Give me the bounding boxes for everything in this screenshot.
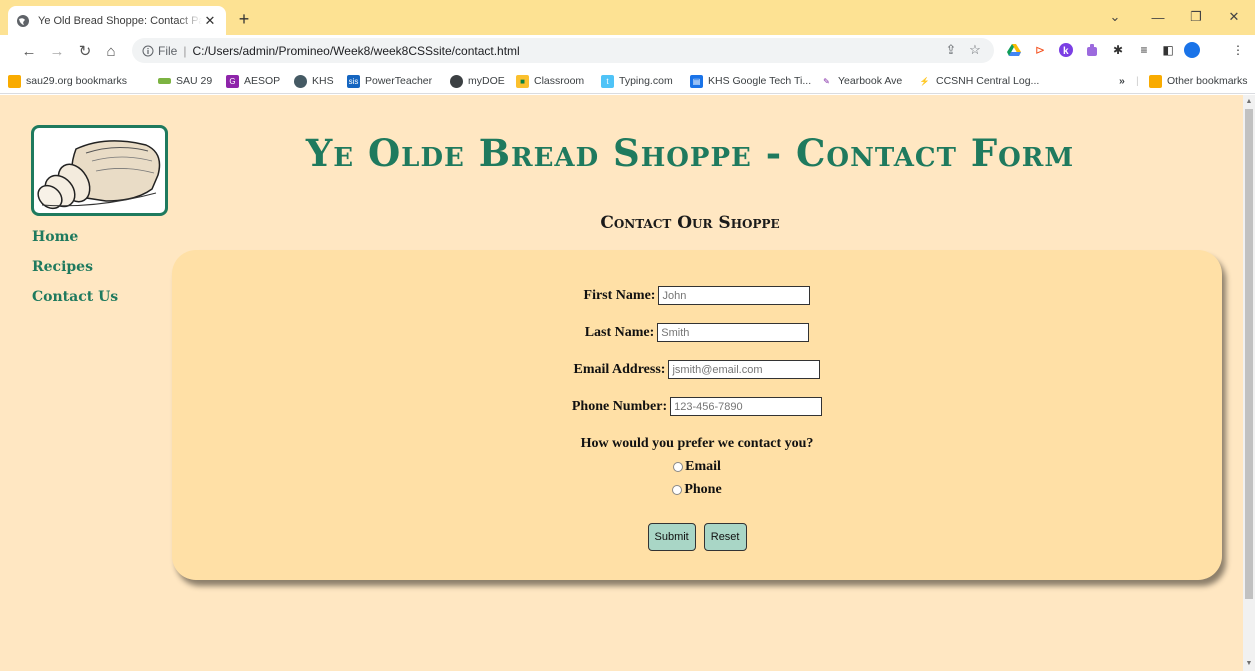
last-name-row: Last Name:	[172, 323, 1222, 342]
form-buttons: Submit Reset	[172, 523, 1222, 551]
bookmark-item[interactable]: ✎ Yearbook Ave	[820, 73, 902, 89]
tab-close-icon[interactable]: ✕	[202, 13, 218, 29]
bookmark-item[interactable]: G AESOP	[226, 73, 280, 89]
page-title: Ye Olde Bread Shoppe - Contact Form	[305, 131, 1075, 175]
side-panel-icon[interactable]: ◧	[1160, 42, 1176, 58]
reset-button[interactable]: Reset	[703, 523, 747, 551]
first-name-input[interactable]	[658, 286, 811, 305]
email-radio[interactable]	[673, 462, 684, 472]
last-name-input[interactable]	[657, 323, 810, 342]
share-icon[interactable]: ⇪	[942, 41, 960, 59]
submit-button[interactable]: Submit	[647, 523, 696, 551]
url-text: C:/Users/admin/Promineo/Week8/week8CSSsi…	[192, 43, 520, 58]
globe-icon	[450, 74, 463, 88]
email-option-label: Email	[685, 459, 721, 474]
sau-icon	[158, 78, 171, 84]
reload-icon[interactable]: ↻	[74, 40, 96, 62]
file-label: File	[158, 43, 178, 58]
svg-text:k: k	[1063, 46, 1069, 57]
tab-strip: Ye Old Bread Shoppe: Contact Pa ✕ + ⌄ — …	[0, 0, 1255, 35]
bread-icon	[36, 139, 160, 209]
scroll-up-icon[interactable]: ▲	[1245, 98, 1253, 106]
browser-tab[interactable]: Ye Old Bread Shoppe: Contact Pa ✕	[8, 6, 226, 35]
aesop-icon: G	[226, 74, 239, 88]
yearbook-icon: ✎	[823, 76, 830, 86]
phone-label: Phone Number:	[571, 398, 668, 414]
screencastify-icon[interactable]: ⊳	[1032, 42, 1048, 58]
google-sites-icon: ▤	[690, 74, 703, 88]
home-icon[interactable]: ⌂	[100, 40, 122, 62]
contact-preference-question: How would you prefer we contact you?	[580, 436, 814, 451]
page-viewport: Home Recipes Contact Us Ye Olde Bread Sh…	[0, 95, 1243, 671]
khs-icon	[294, 74, 307, 88]
bookmarks-overflow-button[interactable]: »	[1119, 73, 1125, 89]
bookmark-star-icon[interactable]: ☆	[966, 41, 984, 59]
phone-row: Phone Number:	[172, 397, 1222, 416]
tab-title: Ye Old Bread Shoppe: Contact Pa	[38, 14, 202, 27]
address-bar[interactable]: File | C:/Users/admin/Promineo/Week8/wee…	[132, 38, 994, 63]
bookmark-item[interactable]: ■ Classroom	[516, 73, 584, 89]
bookmark-item[interactable]: ▤ KHS Google Tech Ti...	[690, 73, 811, 89]
other-bookmarks[interactable]: Other bookmarks	[1149, 73, 1248, 89]
powerteacher-icon: sis	[347, 74, 360, 88]
last-name-label: Last Name:	[584, 324, 655, 340]
new-tab-button[interactable]: +	[234, 9, 254, 29]
bookmarks-bar: sau29.org bookmarks SAU 29 G AESOP KHS si…	[0, 66, 1255, 94]
typing-icon: t	[601, 74, 614, 88]
email-input[interactable]	[668, 360, 821, 379]
bookmark-item[interactable]: myDOE	[450, 73, 505, 89]
folder-icon	[1149, 74, 1162, 88]
bookmark-item[interactable]: sau29.org bookmarks	[8, 73, 127, 89]
minimize-button[interactable]: —	[1143, 7, 1173, 27]
email-row: Email Address:	[172, 360, 1222, 379]
kami-icon[interactable]: k	[1058, 42, 1074, 58]
page-scrollbar[interactable]: ▲ ▼	[1243, 95, 1255, 671]
first-name-label: First Name:	[583, 287, 656, 303]
bookmarks-divider: |	[1136, 75, 1139, 87]
site-nav: Home Recipes Contact Us	[32, 229, 118, 319]
reading-list-icon[interactable]: ≡	[1136, 42, 1152, 58]
classroom-icon: ■	[516, 74, 529, 88]
nav-link-contact[interactable]: Contact Us	[32, 289, 118, 305]
bookmark-item[interactable]: SAU 29	[158, 73, 212, 89]
menu-kebab-icon[interactable]: ⋮	[1230, 42, 1246, 58]
first-name-row: First Name:	[172, 286, 1222, 305]
globe-icon	[16, 14, 30, 28]
nav-link-home[interactable]: Home	[32, 229, 118, 245]
bookmark-item[interactable]: sis PowerTeacher	[347, 73, 432, 89]
ccsnh-icon: ⚡	[919, 76, 930, 86]
back-arrow-icon[interactable]: ←	[18, 40, 40, 62]
email-label: Email Address:	[573, 361, 666, 377]
phone-option-label: Phone	[684, 482, 722, 497]
google-drive-icon[interactable]	[1006, 42, 1022, 58]
forward-arrow-icon[interactable]: →	[46, 40, 68, 62]
phone-input[interactable]	[670, 397, 823, 416]
nav-link-recipes[interactable]: Recipes	[32, 259, 118, 275]
bookmark-item[interactable]: t Typing.com	[601, 73, 673, 89]
profile-avatar[interactable]	[1184, 42, 1200, 58]
phone-option-row[interactable]: Phone	[172, 482, 1222, 498]
bookmark-item[interactable]: KHS	[294, 73, 334, 89]
contact-form: First Name: Last Name: Email Address: Ph…	[172, 250, 1222, 580]
extensions-puzzle-icon[interactable]: ✱	[1110, 42, 1126, 58]
phone-radio[interactable]	[672, 485, 683, 495]
bookmark-item[interactable]: ⚡ CCSNH Central Log...	[918, 73, 1040, 89]
maximize-button[interactable]: ❐	[1181, 7, 1211, 27]
scrollbar-thumb[interactable]	[1245, 109, 1253, 599]
close-window-button[interactable]: ✕	[1219, 7, 1249, 27]
tab-search-icon[interactable]: ⌄	[1100, 7, 1130, 27]
info-icon[interactable]	[142, 45, 154, 57]
scroll-down-icon[interactable]: ▼	[1245, 660, 1253, 668]
url-separator: |	[183, 43, 187, 58]
email-option-row[interactable]: Email	[172, 459, 1222, 475]
folder-icon	[8, 74, 21, 88]
section-title: Contact Our Shoppe	[600, 213, 780, 233]
bread-logo[interactable]	[31, 125, 168, 216]
extension-puzzle-purple-icon[interactable]	[1084, 42, 1100, 58]
